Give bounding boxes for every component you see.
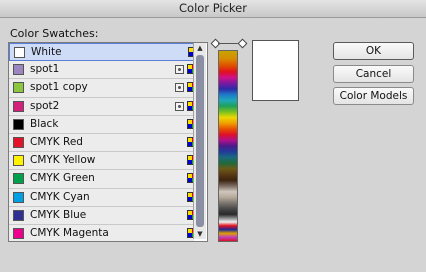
swatch-row[interactable]: CMYK Blue bbox=[9, 206, 197, 225]
color-models-button[interactable]: Color Models bbox=[333, 87, 414, 105]
swatch-name: spot1 copy bbox=[30, 81, 88, 94]
color-preview bbox=[252, 40, 299, 101]
swatch-color-chip bbox=[13, 155, 24, 167]
swatch-color-chip bbox=[13, 82, 24, 94]
swatch-color-chip bbox=[13, 118, 24, 130]
window-title: Color Picker bbox=[0, 0, 426, 18]
swatch-name: Black bbox=[30, 117, 59, 130]
swatch-row[interactable]: Black bbox=[9, 115, 197, 134]
cancel-button[interactable]: Cancel bbox=[333, 65, 414, 83]
swatch-name: White bbox=[31, 46, 62, 58]
swatch-row[interactable]: spot1 bbox=[9, 61, 197, 80]
swatches-scrollbar[interactable]: ▲ ▼ bbox=[193, 43, 206, 239]
swatch-row[interactable]: CMYK Red bbox=[9, 133, 197, 153]
swatch-name: CMYK Yellow bbox=[30, 154, 96, 167]
swatch-color-chip bbox=[14, 47, 25, 58]
spectrum-marker-right-icon[interactable] bbox=[237, 38, 248, 49]
swatch-color-chip bbox=[13, 227, 24, 239]
spot-color-icon bbox=[175, 83, 184, 93]
swatches-list[interactable]: White spot1 spot1 copy spot2 Black CMYK Red CM… bbox=[8, 42, 208, 242]
spot-color-icon bbox=[175, 65, 184, 75]
swatch-row[interactable]: CMYK Green bbox=[9, 170, 197, 189]
swatch-name: CMYK Red bbox=[30, 135, 83, 148]
swatch-name: CMYK Cyan bbox=[30, 190, 90, 203]
swatches-list-rows: White spot1 spot1 copy spot2 Black CMYK Red CM… bbox=[9, 43, 198, 241]
swatch-row[interactable]: spot1 copy bbox=[9, 79, 197, 98]
swatch-color-chip bbox=[13, 136, 24, 148]
swatch-color-chip bbox=[13, 191, 24, 203]
swatch-color-chip bbox=[13, 173, 24, 185]
swatch-name: spot2 bbox=[30, 99, 60, 112]
swatch-row[interactable]: CMYK Cyan bbox=[9, 188, 197, 207]
swatch-row[interactable]: CMYK Yellow bbox=[9, 152, 197, 171]
swatch-name: CMYK Blue bbox=[30, 208, 87, 221]
scroll-up-arrow-icon[interactable]: ▲ bbox=[194, 43, 206, 53]
scroll-down-arrow-icon[interactable]: ▼ bbox=[194, 229, 206, 239]
ok-button[interactable]: OK bbox=[333, 42, 414, 60]
spot-color-icon bbox=[175, 101, 184, 111]
scroll-thumb[interactable] bbox=[196, 55, 204, 227]
swatch-row[interactable]: spot2 bbox=[9, 97, 197, 116]
swatch-color-chip bbox=[13, 100, 24, 112]
swatch-row[interactable]: White bbox=[9, 43, 198, 62]
swatch-color-chip bbox=[13, 64, 24, 76]
color-spectrum-slider[interactable] bbox=[218, 50, 238, 242]
swatch-name: spot1 bbox=[30, 63, 60, 76]
color-swatches-label: Color Swatches: bbox=[10, 27, 99, 40]
swatch-row[interactable]: CMYK Magenta bbox=[9, 224, 197, 241]
swatch-name: CMYK Green bbox=[30, 172, 95, 185]
swatch-name: CMYK Magenta bbox=[30, 226, 109, 239]
swatch-color-chip bbox=[13, 209, 24, 221]
